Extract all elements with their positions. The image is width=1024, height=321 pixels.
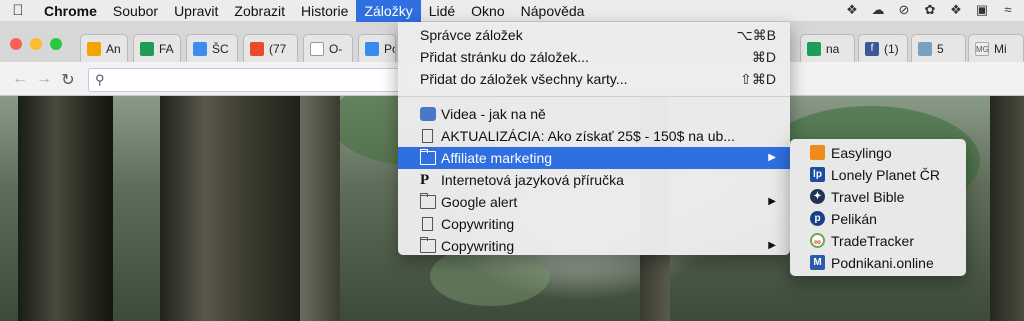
bookmark-item-lonely-planet[interactable]: lp Lonely Planet ČR (790, 164, 966, 186)
mg-icon: MG (975, 41, 989, 56)
bookmark-item-podnikani-online[interactable]: M Podnikani.online (790, 252, 966, 274)
document-icon (310, 41, 324, 56)
display-icon[interactable]: ▣ (974, 2, 990, 18)
google-sheets-icon (807, 41, 821, 56)
folder-icon (420, 237, 436, 253)
tab[interactable]: An (80, 34, 128, 62)
apple-icon[interactable]:  (0, 0, 36, 22)
podnikani-icon: M (810, 255, 825, 270)
facebook-icon: f (865, 41, 879, 56)
close-window-icon[interactable] (10, 38, 22, 50)
bookmark-item[interactable]: Copywriting (398, 213, 790, 235)
status-tray: ❖ ☁ ⊘ ✿ ❖ ▣ ≈ (844, 2, 1016, 18)
google-drive-icon (193, 41, 207, 56)
back-icon[interactable]: ← (10, 70, 30, 88)
menu-upravit[interactable]: Upravit (166, 0, 226, 22)
feather-icon[interactable]: ✿ (922, 2, 938, 18)
menu-lide[interactable]: Lidé (421, 0, 463, 22)
submenu-arrow-icon: ▶ (768, 196, 776, 207)
menu-soubor[interactable]: Soubor (105, 0, 166, 22)
tab[interactable]: f (1) (858, 34, 908, 62)
menu-bar:  Chrome Soubor Upravit Zobrazit Histori… (0, 0, 1024, 22)
tab[interactable]: FA (133, 34, 181, 62)
menu-okno[interactable]: Okno (463, 0, 512, 22)
google-drive-icon (365, 41, 379, 56)
bookmark-folder-google-alert[interactable]: Google alert ▶ (398, 191, 790, 213)
address-bar[interactable]: ⚲ (88, 68, 408, 92)
folder-icon (420, 193, 436, 209)
menu-item-bookmark-page[interactable]: Přidat stránku do záložek... ⌘D (398, 46, 790, 68)
affiliate-marketing-submenu: Easylingo lp Lonely Planet ČR ✦ Travel B… (790, 139, 966, 276)
folder-icon (420, 149, 436, 165)
google-analytics-icon (87, 41, 101, 56)
bookmarks-menu: Správce záložek ⌥⌘B Přidat stránku do zá… (398, 22, 790, 255)
forward-icon[interactable]: → (34, 70, 54, 88)
bookmark-item-pelikan[interactable]: p Pelikán (790, 208, 966, 230)
bookmark-item[interactable]: P Internetová jazyková příručka (398, 169, 790, 191)
video-bookmark-icon (420, 107, 436, 121)
tab[interactable]: na (800, 34, 855, 62)
bookmark-item[interactable]: AKTUALIZÁCIA: Ako získať 25$ - 150$ na u… (398, 125, 790, 147)
tab[interactable]: ŠC (186, 34, 238, 62)
lonely-planet-icon: lp (810, 167, 825, 182)
wifi-icon[interactable]: ≈ (1000, 2, 1016, 18)
search-icon: ⚲ (95, 72, 105, 87)
tab[interactable]: (77 (243, 34, 298, 62)
bookmark-folder-copywriting[interactable]: Copywriting ▶ (398, 235, 790, 257)
minimize-window-icon[interactable] (30, 38, 42, 50)
menu-historie[interactable]: Historie (293, 0, 356, 22)
submenu-arrow-icon: ▶ (768, 152, 776, 163)
zoom-window-icon[interactable] (50, 38, 62, 50)
evernote-icon[interactable]: ❖ (844, 2, 860, 18)
cloud-icon[interactable]: ☁ (870, 2, 886, 18)
dropbox-icon[interactable]: ❖ (948, 2, 964, 18)
bookmark-item-easylingo[interactable]: Easylingo (790, 142, 966, 164)
menu-chrome[interactable]: Chrome (36, 0, 105, 22)
bookmark-folder-affiliate-marketing[interactable]: Affiliate marketing ▶ (398, 147, 790, 169)
google-sheets-icon (140, 41, 154, 56)
travel-bible-icon: ✦ (810, 189, 825, 204)
pelikan-icon: p (810, 211, 825, 226)
window-controls (10, 38, 62, 50)
tab[interactable]: Po (358, 34, 396, 62)
easylingo-icon (810, 145, 825, 160)
menu-napoveda[interactable]: Nápověda (513, 0, 593, 22)
tab[interactable]: O- (303, 34, 353, 62)
menu-zalozky[interactable]: Záložky (356, 0, 421, 22)
tab[interactable]: 5 (911, 34, 966, 62)
menu-zobrazit[interactable]: Zobrazit (226, 0, 293, 22)
red-arrow-icon (250, 41, 264, 56)
menu-item-bookmark-all-tabs[interactable]: Přidat do záložek všechny karty... ⇧⌘D (398, 68, 790, 90)
tab[interactable]: MG Mi (968, 34, 1024, 62)
page-icon (422, 129, 433, 143)
reload-icon[interactable]: ↻ (58, 70, 78, 90)
sync-icon[interactable]: ⊘ (896, 2, 912, 18)
page-icon (422, 217, 433, 231)
tradetracker-icon: ∞ (810, 233, 825, 248)
menu-separator (398, 96, 790, 97)
menu-item-bookmark-manager[interactable]: Správce záložek ⌥⌘B (398, 24, 790, 46)
bookmark-item-travel-bible[interactable]: ✦ Travel Bible (790, 186, 966, 208)
bookmark-item-tradetracker[interactable]: ∞ TradeTracker (790, 230, 966, 252)
p-logo-icon: P (420, 172, 430, 188)
submenu-arrow-icon: ▶ (768, 240, 776, 251)
bookmark-item[interactable]: Videa - jak na ně (398, 103, 790, 125)
photo-icon (918, 41, 932, 56)
